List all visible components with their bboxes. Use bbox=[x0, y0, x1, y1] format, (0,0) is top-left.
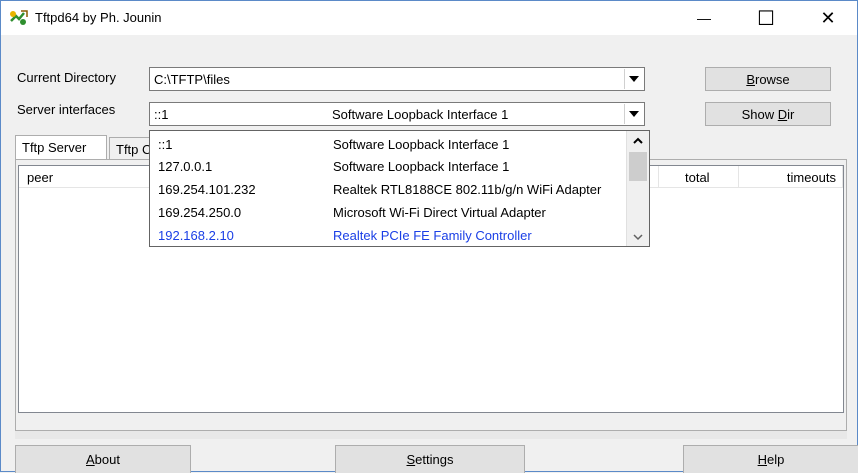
tab-tftp-server[interactable]: Tftp Server bbox=[15, 135, 107, 159]
browse-button[interactable]: Browse bbox=[705, 67, 831, 91]
selected-interface-ip: ::1 bbox=[154, 107, 169, 122]
minimize-icon: — bbox=[697, 10, 711, 26]
settings-label-rest: ettings bbox=[415, 452, 454, 467]
minimize-button[interactable]: — bbox=[681, 1, 727, 35]
show-dir-button[interactable]: Show Dir bbox=[705, 102, 831, 126]
dropdown-item[interactable]: ::1 Software Loopback Interface 1 bbox=[150, 133, 626, 156]
tab-tftp-client[interactable]: Tftp Client bbox=[109, 137, 153, 159]
tab-tftp-server-label: Tftp Server bbox=[22, 140, 87, 155]
current-directory-label: Current Directory bbox=[17, 70, 116, 85]
dropdown-item-desc: Software Loopback Interface 1 bbox=[333, 137, 510, 152]
dropdown-item-ip: ::1 bbox=[158, 137, 173, 152]
chevron-down-icon[interactable] bbox=[624, 104, 643, 124]
selected-interface-desc: Software Loopback Interface 1 bbox=[332, 107, 509, 122]
dropdown-item-desc: Microsoft Wi-Fi Direct Virtual Adapter bbox=[333, 205, 546, 220]
help-label: Help bbox=[758, 452, 785, 467]
close-button[interactable]: ✕ bbox=[805, 1, 851, 35]
settings-label: Settings bbox=[407, 452, 454, 467]
help-mnemonic: H bbox=[757, 452, 768, 467]
tab-tftp-client-label: Tftp Client bbox=[116, 142, 152, 157]
dropdown-scrollbar[interactable] bbox=[626, 131, 649, 246]
settings-mnemonic: S bbox=[406, 452, 416, 467]
server-interfaces-dropdown[interactable]: ::1 Software Loopback Interface 1 127.0.… bbox=[149, 130, 650, 247]
column-header-total[interactable]: total bbox=[659, 166, 739, 188]
browse-mnemonic: B bbox=[746, 71, 755, 87]
show-dir-mnemonic: D bbox=[777, 106, 788, 122]
browse-label-rest: rowse bbox=[754, 71, 790, 87]
dropdown-item-ip: 192.168.2.10 bbox=[158, 228, 234, 243]
show-dir-prefix: Show bbox=[741, 106, 778, 122]
server-interfaces-label: Server interfaces bbox=[17, 102, 116, 117]
column-header-timeouts[interactable]: timeouts bbox=[739, 166, 843, 188]
maximize-icon: ☐ bbox=[757, 7, 775, 30]
app-icon bbox=[9, 9, 29, 27]
scroll-thumb[interactable] bbox=[629, 152, 647, 181]
dropdown-item-desc: Software Loopback Interface 1 bbox=[333, 159, 510, 174]
close-icon: ✕ bbox=[820, 7, 836, 28]
window-title: Tftpd64 by Ph. Jounin bbox=[35, 10, 162, 25]
help-button[interactable]: Help bbox=[683, 445, 858, 473]
about-mnemonic: A bbox=[86, 452, 95, 467]
horizontal-scrollbar[interactable] bbox=[15, 431, 847, 439]
column-total-label: total bbox=[685, 170, 710, 185]
show-dir-rest: ir bbox=[787, 106, 795, 122]
help-label-rest: elp bbox=[767, 452, 785, 467]
column-timeouts-label: timeouts bbox=[786, 170, 836, 185]
chevron-down-icon[interactable] bbox=[624, 69, 643, 89]
current-directory-combo[interactable]: C:\TFTP\files bbox=[149, 67, 645, 91]
tftpd64-window: Tftpd64 by Ph. Jounin — ☐ ✕ Current Dire… bbox=[0, 0, 858, 473]
dropdown-item[interactable]: 169.254.250.0 Microsoft Wi-Fi Direct Vir… bbox=[150, 201, 626, 224]
browse-label: Browse bbox=[746, 72, 789, 87]
dropdown-item-desc: Realtek PCIe FE Family Controller bbox=[333, 228, 532, 243]
dropdown-item-desc: Realtek RTL8188CE 802.11b/g/n WiFi Adapt… bbox=[333, 182, 602, 197]
dropdown-item[interactable]: 127.0.0.1 Software Loopback Interface 1 bbox=[150, 155, 626, 178]
about-label: About bbox=[86, 452, 120, 467]
dropdown-item[interactable]: 169.254.101.232 Realtek RTL8188CE 802.11… bbox=[150, 178, 626, 201]
title-bar[interactable]: Tftpd64 by Ph. Jounin — ☐ ✕ bbox=[1, 1, 857, 35]
dropdown-item-ip: 127.0.0.1 bbox=[158, 159, 213, 174]
scroll-up-icon[interactable] bbox=[627, 131, 649, 149]
dropdown-item-selected[interactable]: 192.168.2.10 Realtek PCIe FE Family Cont… bbox=[150, 224, 626, 247]
settings-button[interactable]: Settings bbox=[335, 445, 525, 473]
scroll-down-icon[interactable] bbox=[627, 228, 649, 246]
server-interfaces-combo[interactable]: ::1 Software Loopback Interface 1 bbox=[149, 102, 645, 126]
column-peer-label: peer bbox=[27, 170, 54, 185]
about-button[interactable]: About bbox=[15, 445, 191, 473]
maximize-button[interactable]: ☐ bbox=[743, 1, 789, 35]
show-dir-label: Show Dir bbox=[742, 107, 795, 122]
about-label-rest: bout bbox=[94, 452, 120, 467]
dropdown-item-ip: 169.254.250.0 bbox=[158, 205, 242, 220]
current-directory-value: C:\TFTP\files bbox=[154, 72, 230, 87]
dropdown-item-ip: 169.254.101.232 bbox=[158, 182, 256, 197]
